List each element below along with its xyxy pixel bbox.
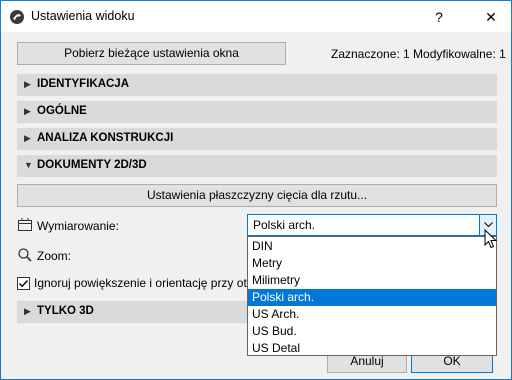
- ignore-zoom-checkbox[interactable]: [17, 277, 30, 290]
- section-label: OGÓLNE: [37, 105, 87, 117]
- chevron-right-icon: ▶: [24, 106, 31, 116]
- section-structural-analysis[interactable]: ▶ ANALIZA KONSTRUKCJI: [17, 128, 497, 150]
- section-documents-2d-3d[interactable]: ▼ DOKUMENTY 2D/3D: [17, 155, 497, 177]
- chevron-right-icon: ▶: [24, 133, 31, 143]
- dimensioning-select[interactable]: Polski arch.: [247, 214, 497, 236]
- window-title: Ustawienia widoku: [31, 9, 135, 23]
- chevron-right-icon: ▶: [24, 79, 31, 89]
- option-us-bud[interactable]: US Bud.: [248, 323, 496, 340]
- view-settings-dialog: Ustawienia widoku ? ✕ Pobierz bieżące us…: [0, 0, 512, 380]
- cut-plane-settings-button[interactable]: Ustawienia płaszczyzny cięcia dla rzutu.…: [17, 184, 497, 207]
- dimensioning-icon: [17, 217, 33, 233]
- chevron-right-icon: ▶: [24, 306, 31, 316]
- zoom-icon: [17, 247, 33, 263]
- dimensioning-label: Wymiarowanie:: [37, 219, 119, 233]
- close-button[interactable]: ✕: [479, 7, 503, 27]
- section-identification[interactable]: ▶ IDENTYFIKACJA: [17, 74, 497, 96]
- option-din[interactable]: DIN: [248, 238, 496, 255]
- mouse-cursor-icon: [484, 228, 498, 249]
- option-us-detal[interactable]: US Detal: [248, 340, 496, 357]
- app-logo-icon: [9, 9, 25, 25]
- section-label: TYLKO 3D: [37, 305, 94, 317]
- section-label: ANALIZA KONSTRUKCJI: [37, 132, 174, 144]
- option-us-arch[interactable]: US Arch.: [248, 306, 496, 323]
- option-polski-arch[interactable]: Polski arch.: [248, 289, 496, 306]
- section-label: DOKUMENTY 2D/3D: [37, 159, 147, 171]
- section-label: IDENTYFIKACJA: [37, 78, 130, 90]
- dimensioning-value: Polski arch.: [253, 218, 316, 232]
- selection-info: Zaznaczone: 1 Modyfikowalne: 1: [331, 47, 506, 61]
- chevron-down-icon: ▼: [24, 160, 33, 170]
- option-metry[interactable]: Metry: [248, 255, 496, 272]
- ignore-zoom-label[interactable]: Ignoruj powiększenie i orientację przy o…: [34, 276, 248, 290]
- help-button[interactable]: ?: [427, 7, 451, 27]
- get-current-settings-button[interactable]: Pobierz bieżące ustawienia okna: [17, 42, 286, 65]
- dimensioning-dropdown-list: DIN Metry Milimetry Polski arch. US Arch…: [247, 236, 497, 356]
- zoom-label: Zoom:: [37, 249, 72, 263]
- section-general[interactable]: ▶ OGÓLNE: [17, 101, 497, 123]
- title-bar: Ustawienia widoku ? ✕: [1, 1, 511, 32]
- option-milimetry[interactable]: Milimetry: [248, 272, 496, 289]
